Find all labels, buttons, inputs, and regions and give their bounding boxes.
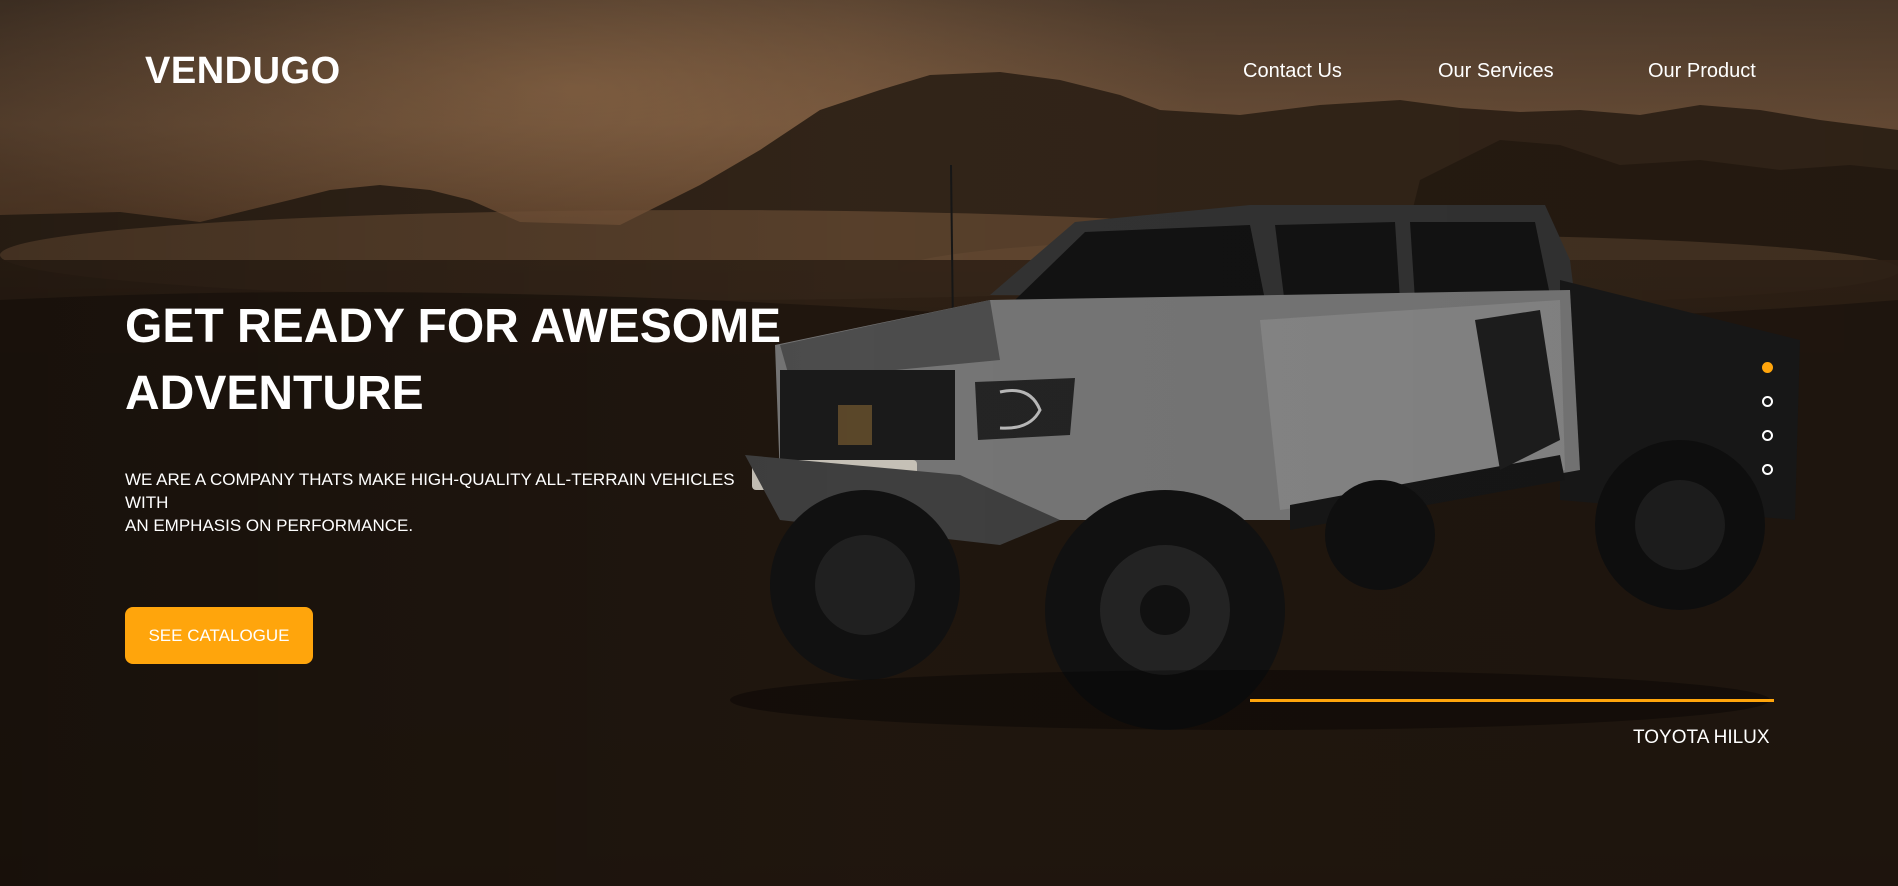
hero-section: VENDUGO Contact Us Our Services Our Prod…	[0, 0, 1898, 886]
hero-description: WE ARE A COMPANY THATS MAKE HIGH-QUALITY…	[125, 468, 775, 537]
slider-dot-2[interactable]	[1762, 396, 1773, 407]
nav-link-our-product[interactable]: Our Product	[1648, 60, 1756, 83]
hero-headline: GET READY FOR AWESOME ADVENTURE	[125, 293, 825, 427]
hero-headline-line2: ADVENTURE	[125, 367, 424, 420]
slider-dot-1[interactable]	[1762, 362, 1773, 373]
see-catalogue-button[interactable]: SEE CATALOGUE	[125, 607, 313, 664]
hero-description-line2: AN EMPHASIS ON PERFORMANCE.	[125, 516, 414, 535]
background-overlay	[0, 0, 1898, 886]
slider-dot-4[interactable]	[1762, 464, 1773, 475]
slider-pagination	[1762, 362, 1776, 482]
model-divider-line	[1250, 699, 1774, 702]
current-model-label: TOYOTA HILUX	[1633, 727, 1770, 748]
nav-link-our-services[interactable]: Our Services	[1438, 60, 1554, 83]
main-nav: Contact Us Our Services Our Product	[0, 60, 1898, 90]
hero-headline-line1: GET READY FOR AWESOME	[125, 300, 782, 353]
nav-link-contact-us[interactable]: Contact Us	[1243, 60, 1342, 83]
slider-dot-3[interactable]	[1762, 430, 1773, 441]
hero-description-line1: WE ARE A COMPANY THATS MAKE HIGH-QUALITY…	[125, 470, 735, 512]
